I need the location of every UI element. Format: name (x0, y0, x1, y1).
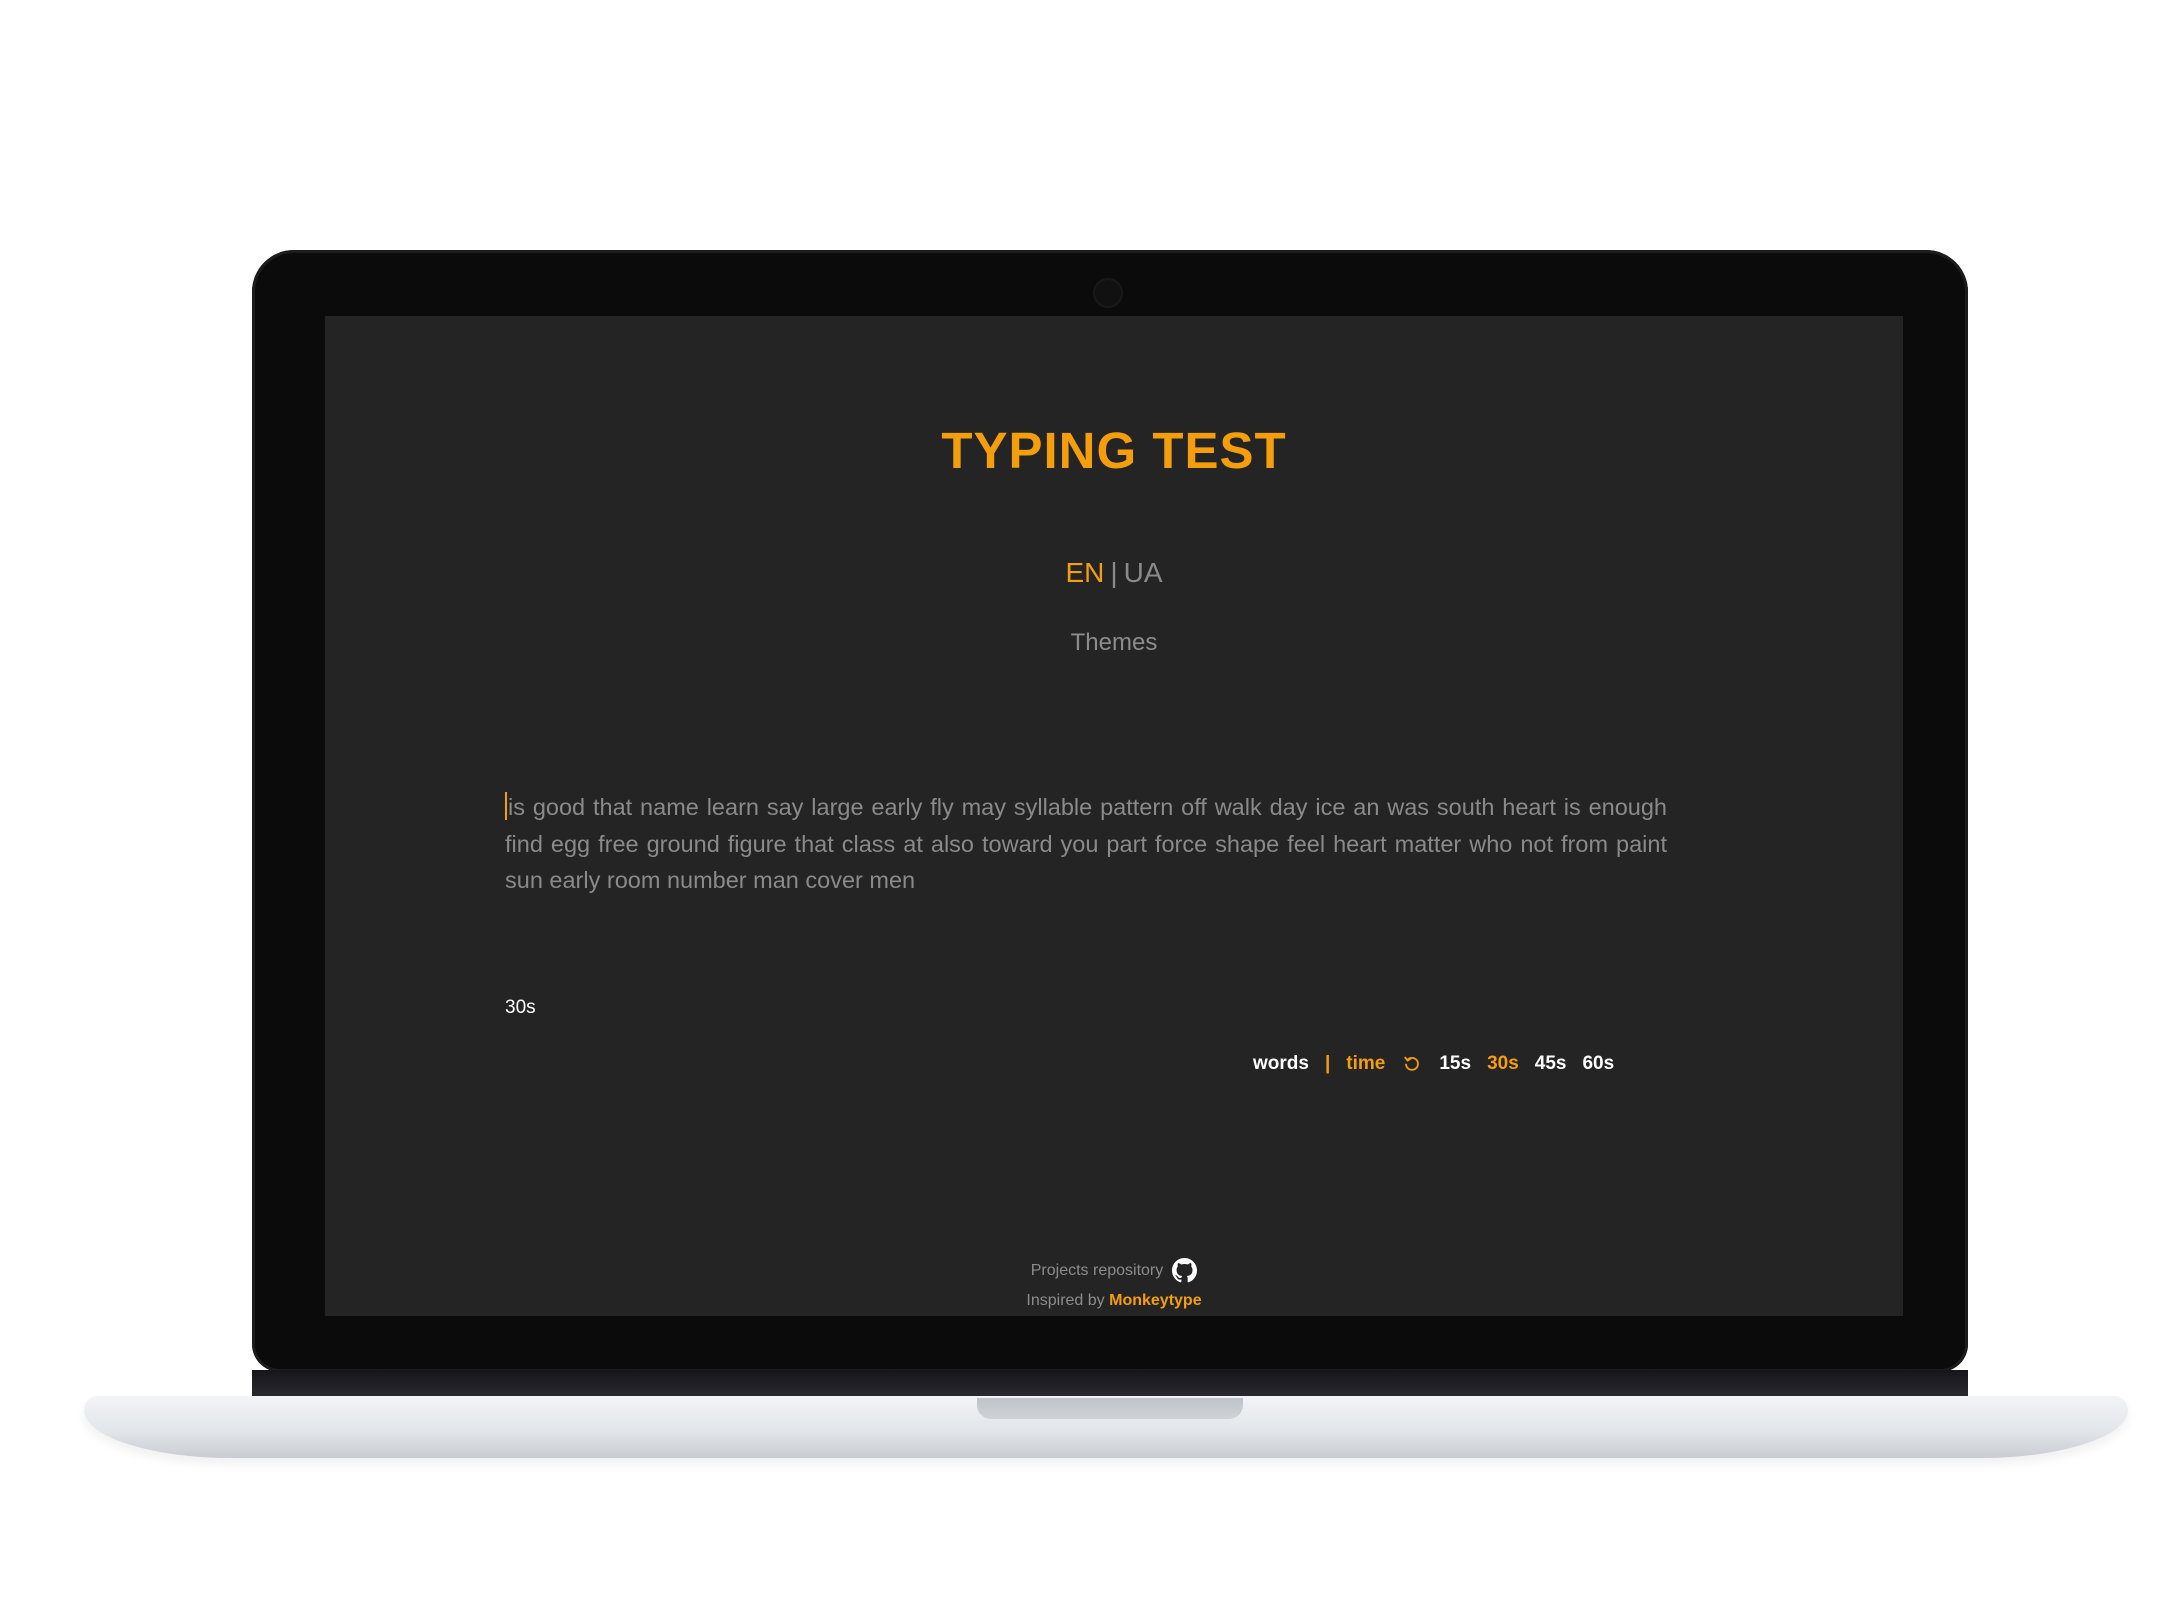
repo-link[interactable]: Projects repository (1031, 1262, 1164, 1280)
duration-60s-button[interactable]: 60s (1582, 1053, 1614, 1075)
laptop-base-notch (977, 1398, 1243, 1419)
inspired-prefix: Inspired by (1026, 1292, 1105, 1309)
laptop-hinge (252, 1370, 1968, 1398)
footer-repo: Projects repository (325, 1258, 1903, 1283)
duration-15s-button[interactable]: 15s (1439, 1053, 1471, 1075)
duration-30s-button[interactable]: 30s (1487, 1053, 1519, 1075)
themes-button[interactable]: Themes (325, 629, 1903, 657)
words-text: is good that name learn say large early … (505, 794, 1667, 893)
mode-divider: | (1324, 1053, 1331, 1074)
duration-45s-button[interactable]: 45s (1535, 1053, 1567, 1075)
refresh-icon[interactable] (1403, 1055, 1421, 1073)
webcam (1093, 278, 1123, 308)
monkeytype-link[interactable]: Monkeytype (1109, 1292, 1201, 1309)
mode-selector: words | time 15s 30s 45s 60s (1253, 1050, 1614, 1078)
timer-display: 30s (505, 997, 536, 1018)
github-icon[interactable] (1172, 1258, 1198, 1283)
mode-time-button[interactable]: time (1346, 1053, 1385, 1075)
page-title: TYPING TEST (941, 422, 1287, 479)
footer-inspired: Inspired by Monkeytype (325, 1292, 1903, 1310)
language-option-ua[interactable]: UA (1124, 557, 1163, 588)
app-screen: TYPING TEST EN | UA Themes is good that na… (325, 316, 1903, 1316)
language-separator: | (1110, 557, 1118, 588)
language-switcher: EN | UA (325, 557, 1903, 589)
mode-words-button[interactable]: words (1253, 1053, 1309, 1075)
typing-area[interactable]: is good that name learn say large early … (505, 789, 1667, 899)
text-caret (505, 792, 507, 820)
language-option-en[interactable]: EN (1065, 557, 1104, 588)
